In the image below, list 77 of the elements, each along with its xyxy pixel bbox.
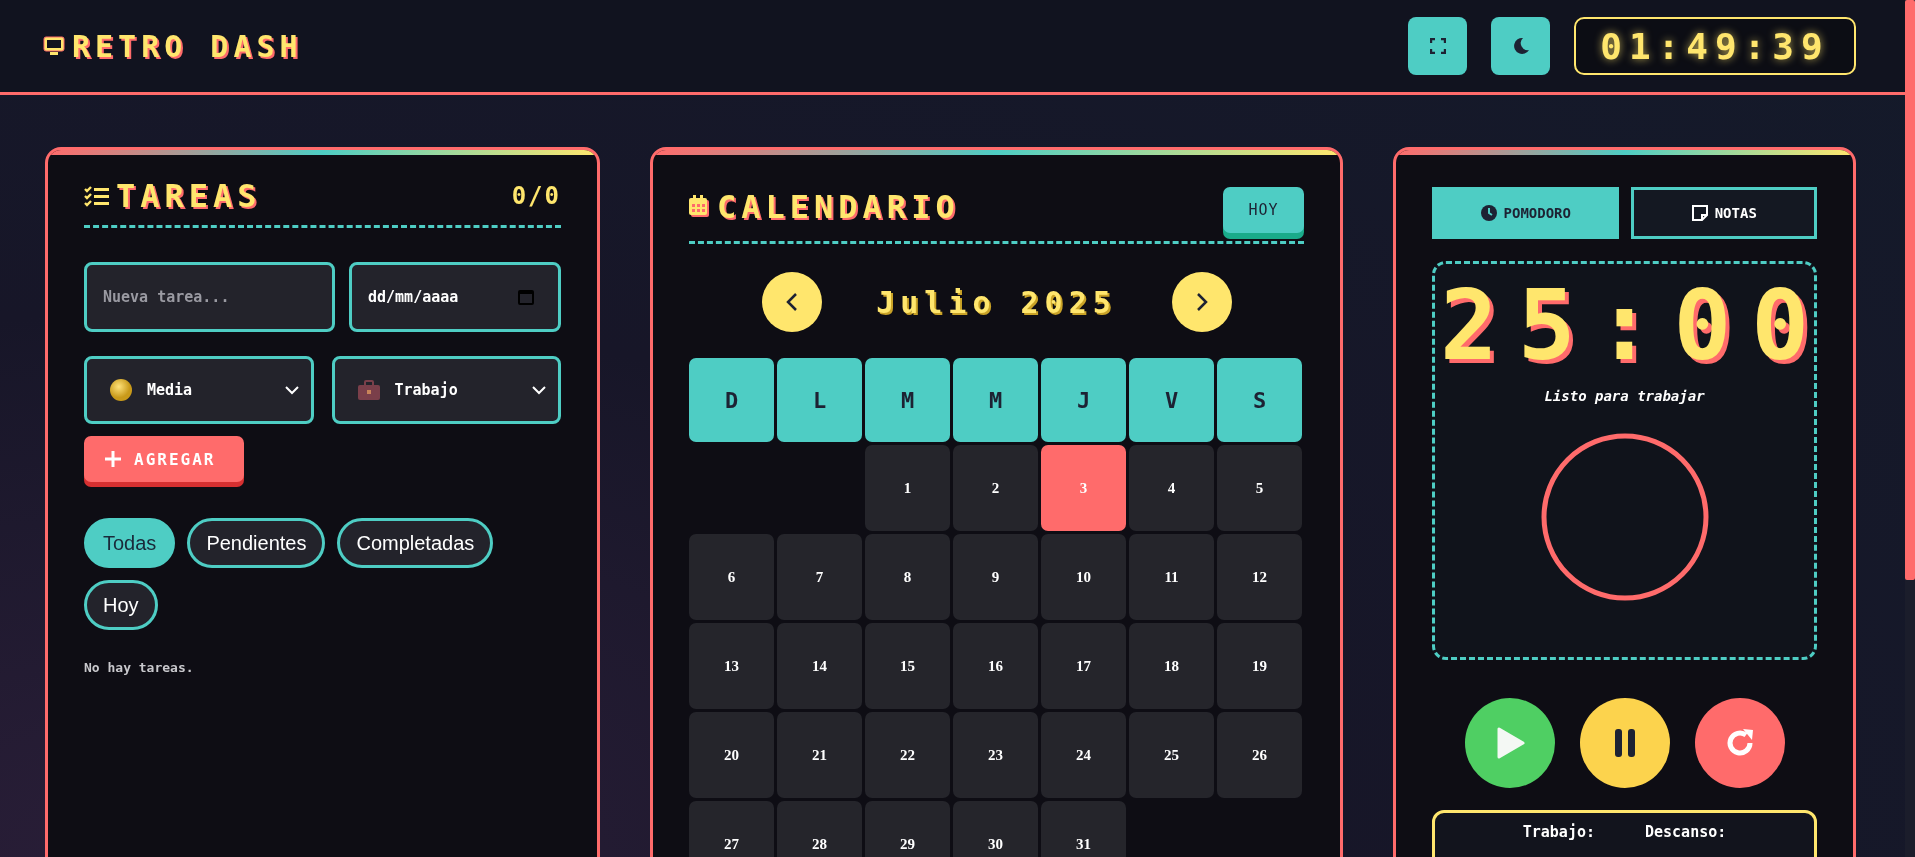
day-cell[interactable]: 6 [689,534,774,620]
day-cell[interactable]: 24 [1041,712,1126,798]
weekday-header: L [777,358,862,442]
weekday-header: J [1041,358,1126,442]
chevron-left-icon [785,292,798,312]
fullscreen-icon [1429,38,1446,54]
coin-icon [109,378,133,402]
clock: 01:49:39 [1574,17,1856,75]
computer-icon [42,34,66,58]
day-cell[interactable]: 2 [953,445,1038,531]
weekday-header: S [1217,358,1302,442]
theme-button[interactable] [1491,17,1550,75]
moon-icon [1511,37,1530,55]
day-cell[interactable]: 10 [1041,534,1126,620]
priority-select[interactable]: Media [84,356,314,424]
day-cell[interactable]: 1 [865,445,950,531]
day-cell[interactable]: 18 [1129,623,1214,709]
day-cell[interactable]: 9 [953,534,1038,620]
day-cell[interactable]: 8 [865,534,950,620]
weekday-header: M [953,358,1038,442]
filter-chip[interactable]: Todas [84,518,176,568]
day-cell[interactable]: 21 [777,712,862,798]
calendar-icon [517,288,535,306]
clock-icon [1479,204,1498,222]
day-cell[interactable]: 30 [953,801,1038,857]
weekday-header: V [1129,358,1214,442]
pause-icon [1612,728,1637,758]
day-cell[interactable]: 26 [1217,712,1302,798]
day-cell[interactable]: 17 [1041,623,1126,709]
task-input[interactable]: Nueva tarea... [84,262,335,332]
day-cell[interactable]: 13 [689,623,774,709]
tab[interactable]: NOTAS [1630,187,1817,239]
stat-label: Trabajo: [1522,823,1595,843]
day-cell[interactable]: 11 [1129,534,1214,620]
month-label: Julio 2025 [875,284,1118,320]
chevron-right-icon [1195,292,1208,312]
date-field[interactable]: dd/mm/aaaa [349,262,561,332]
day-cell[interactable]: 14 [777,623,862,709]
tasks-title: TAREAS [116,177,262,215]
note-icon [1690,204,1709,222]
day-cell[interactable]: 20 [689,712,774,798]
scrollbar[interactable] [1905,0,1915,857]
day-cell[interactable]: 5 [1217,445,1302,531]
chevron-down-icon [284,385,299,395]
tab[interactable]: POMODORO [1432,187,1619,239]
timer-status: Listo para trabajar [1544,388,1705,404]
day-cell[interactable]: 19 [1217,623,1302,709]
day-cell[interactable]: 7 [777,534,862,620]
day-cell[interactable]: 15 [865,623,950,709]
plus-icon [104,450,122,468]
app-title: RETRO DASH [72,28,303,64]
filter-chip[interactable]: Completadas [337,518,494,568]
calendar-title: CALENDARIO [717,188,960,226]
day-cell[interactable]: 16 [953,623,1038,709]
filter-chip[interactable]: Pendientes [187,518,326,568]
day-cell[interactable]: 4 [1129,445,1214,531]
day-cell[interactable]: 23 [953,712,1038,798]
day-cell[interactable]: 29 [865,801,950,857]
filter-chip[interactable]: Hoy [84,580,158,630]
checklist-icon [84,184,110,208]
day-cell[interactable]: 28 [777,801,862,857]
fullscreen-button[interactable] [1408,17,1467,75]
day-cell[interactable]: 25 [1129,712,1214,798]
briefcase-icon [356,379,381,401]
task-count: 0/0 [511,182,561,210]
day-cell[interactable]: 27 [689,801,774,857]
day-cell[interactable]: 22 [865,712,950,798]
empty-message: No hay tareas. [84,660,195,675]
day-cell[interactable]: 31 [1041,801,1126,857]
timer-display: 25:00 [1439,278,1829,374]
category-select[interactable]: Trabajo [331,356,561,424]
day-cell[interactable]: 12 [1217,534,1302,620]
calendar-icon [689,195,711,219]
chevron-down-icon [532,385,546,395]
weekday-header: M [865,358,950,442]
weekday-header: D [689,358,774,442]
stat-label: Descanso: [1645,823,1727,843]
